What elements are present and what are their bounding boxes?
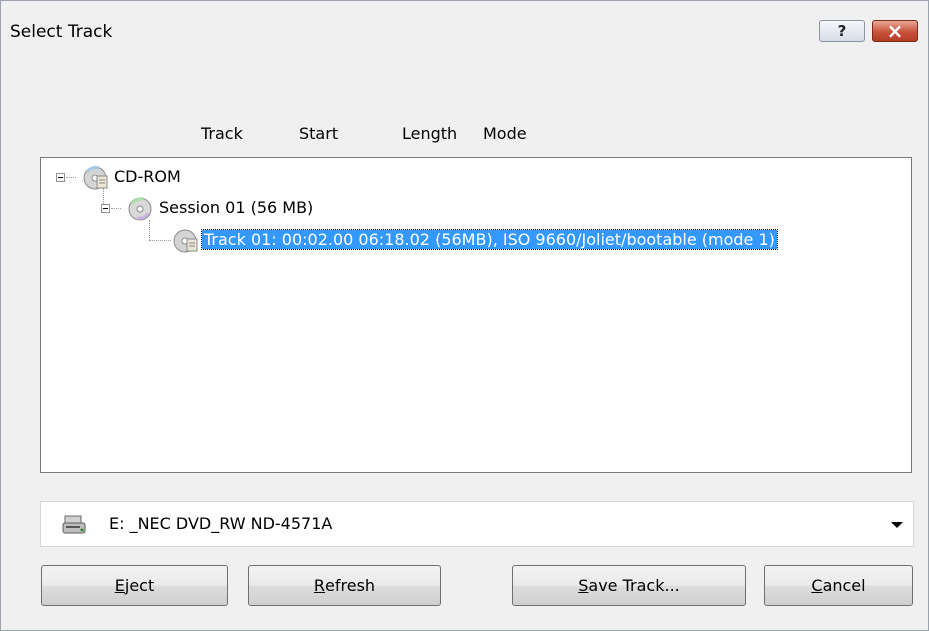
cancel-mnemonic: C — [811, 576, 823, 595]
tree-label-track: Track 01: 00:02.00 06:18.02 (56MB), ISO … — [201, 229, 778, 250]
cancel-button[interactable]: Cancel — [764, 565, 913, 606]
close-icon: × — [886, 19, 904, 43]
cancel-label: ancel — [822, 576, 866, 595]
tree-label-cd-rom: CD-ROM — [114, 167, 181, 186]
header-track: Track — [201, 124, 243, 143]
header-length: Length — [402, 124, 458, 143]
cd-rom-icon — [83, 166, 108, 190]
help-icon: ? — [837, 22, 847, 40]
header-start: Start — [299, 124, 339, 143]
help-button[interactable]: ? — [819, 20, 865, 42]
tree-node-session[interactable]: Session 01 (56 MB) — [41, 197, 441, 221]
track-tree[interactable]: CD-ROM Session 01 (56 MB) Track 01: 00:0 — [40, 157, 912, 473]
save-track-label: ave Track... — [588, 576, 680, 595]
track-icon — [173, 229, 198, 253]
close-button[interactable]: × — [872, 20, 918, 42]
refresh-button[interactable]: Refresh — [248, 565, 441, 606]
drive-select-value: E: _NEC DVD_RW ND-4571A — [109, 514, 333, 533]
tree-node-cd-rom[interactable]: CD-ROM — [41, 166, 341, 190]
disc-icon — [128, 197, 152, 221]
tree-label-session: Session 01 (56 MB) — [159, 198, 314, 217]
window-title: Select Track — [10, 22, 113, 42]
chevron-down-icon[interactable] — [891, 522, 903, 528]
drive-select[interactable]: E: _NEC DVD_RW ND-4571A — [40, 501, 914, 547]
refresh-mnemonic: R — [313, 576, 326, 595]
tree-node-track[interactable]: Track 01: 00:02.00 06:18.02 (56MB), ISO … — [41, 229, 911, 253]
header-mode: Mode — [483, 124, 527, 143]
save-track-button[interactable]: Save Track... — [512, 565, 746, 606]
collapse-icon[interactable] — [101, 204, 110, 213]
eject-mnemonic: E — [114, 576, 125, 595]
eject-button[interactable]: Eject — [41, 565, 228, 606]
eject-label: ject — [124, 576, 155, 595]
collapse-icon[interactable] — [56, 173, 65, 182]
drive-icon — [62, 515, 86, 534]
refresh-label: efresh — [325, 576, 376, 595]
save-track-mnemonic: S — [578, 576, 589, 595]
select-track-dialog: Select Track ? × Track Start Length Mode — [0, 0, 929, 631]
title-bar: Select Track ? × — [1, 1, 928, 58]
